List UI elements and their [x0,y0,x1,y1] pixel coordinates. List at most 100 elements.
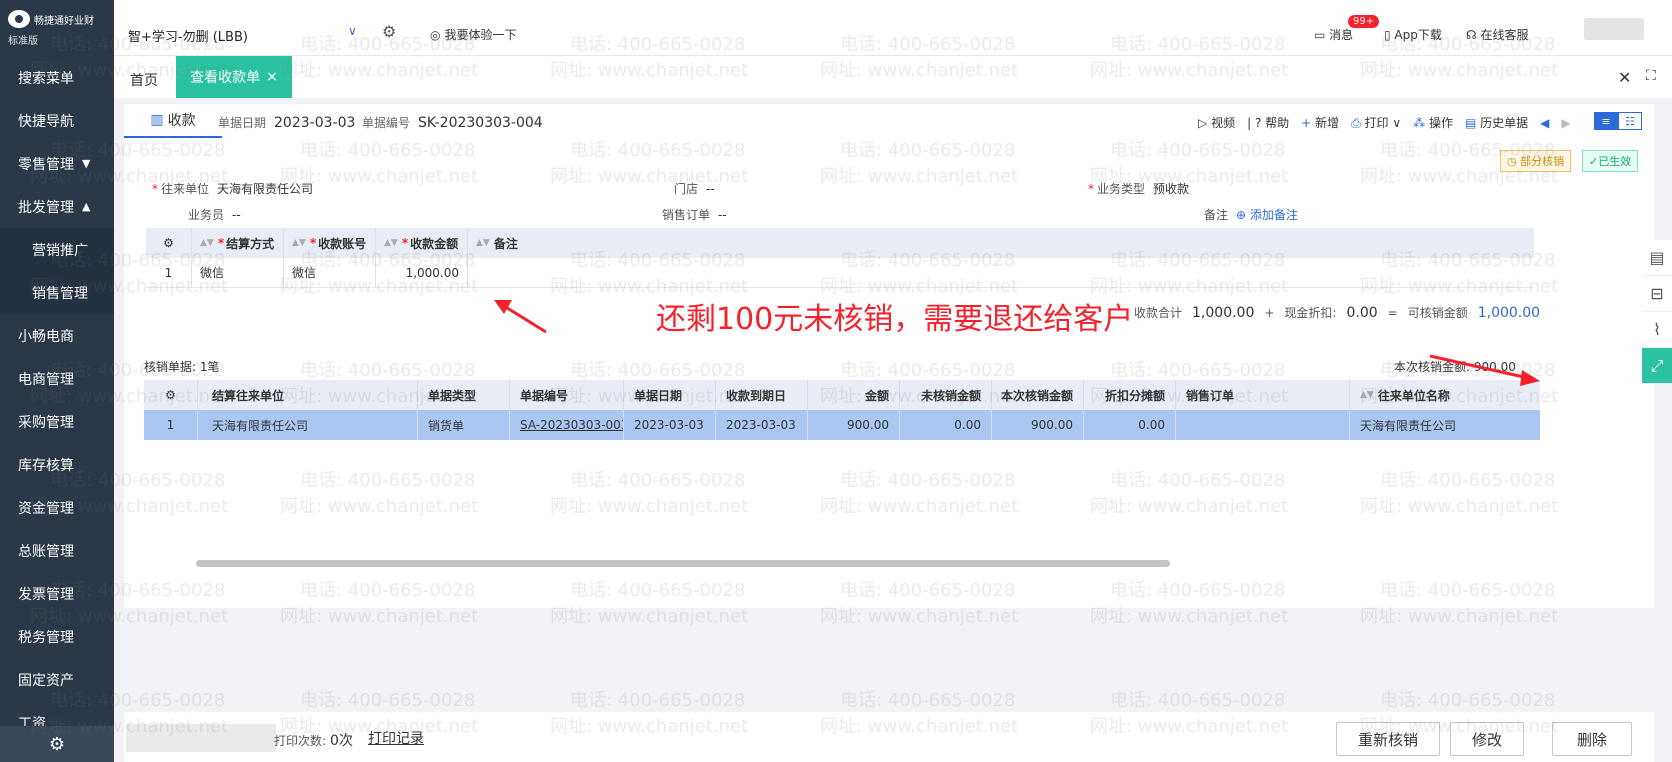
column-header-partner-name[interactable]: ▲▼ 往来单位名称 [1350,380,1540,410]
sidebar-item-marketing[interactable]: 营销推广 [0,228,114,271]
settlement-table: ⚙ ▲▼ * 结算方式 ▲▼ * 收款账号 ▲▼ * 收款金额 ▲▼ 备注 1 微信 微信 1… [146,228,1534,288]
sidebar-item-label: 库存核算 [18,457,74,474]
cell-account: 微信 [284,258,376,287]
sidebar-item-invoice[interactable]: 发票管理 [0,572,114,615]
column-header-type[interactable]: 单据类型 [418,380,510,410]
history-button[interactable]: ▤ 历史单据 [1465,114,1528,131]
app-download-link[interactable]: ▯ App下载 [1384,26,1442,43]
doc-type-tab[interactable]: ▥ 收款 [124,104,222,138]
sidebar-item-search[interactable]: 搜索菜单 [0,56,114,99]
sidebar-item-xiaochang[interactable]: 小畅电商 [0,314,114,357]
attachment-icon[interactable]: ⌇ [1642,312,1672,348]
print-log-link[interactable]: 打印记录 [368,728,424,748]
chevron-down-icon[interactable]: ∨ [348,24,357,38]
gear-icon[interactable]: ⚙ [382,22,396,41]
resettle-button[interactable]: 重新核销 [1336,722,1440,756]
messages-label: 消息 [1329,28,1354,42]
add-remark-label: 添加备注 [1249,208,1298,222]
column-header-account[interactable]: ▲▼ * 收款账号 [284,228,376,258]
prev-icon[interactable]: ◀ [1540,116,1549,130]
chevron-down-icon[interactable]: ∨ [1392,116,1401,130]
next-icon[interactable]: ▶ [1561,116,1570,130]
inbox-icon[interactable]: ⊟ [1642,276,1672,312]
fullscreen-icon[interactable]: ⛶ [1646,68,1656,84]
sidebar-item-wholesale[interactable]: 批发管理 ▲ [0,185,114,228]
column-header-code[interactable]: 单据编号 [510,380,624,410]
online-service-link[interactable]: ☊ 在线客服 [1466,26,1529,43]
column-header-partner[interactable]: 结算往来单位 [198,380,418,410]
add-button[interactable]: + 新增 [1301,114,1339,131]
video-button[interactable]: ▷ 视频 [1198,114,1235,131]
sidebar-item-funds[interactable]: 资金管理 [0,486,114,529]
tab-label: 查看收款单 [190,70,261,86]
column-settings-button[interactable]: ⚙ [144,380,198,410]
doc-code-link[interactable]: SA-20230303-003 [510,410,624,440]
print-button[interactable]: ⎙ 打印 ∨ [1351,114,1401,131]
column-header-method[interactable]: ▲▼ * 结算方式 [192,228,284,258]
sidebar-item-ecommerce[interactable]: 电商管理 [0,357,114,400]
this-settle-amount: 本次核销金额: 900.00 [1394,360,1516,374]
cell-due: 2023-03-03 [716,410,808,440]
sidebar-item-purchase[interactable]: 采购管理 [0,400,114,443]
document-icon: ▤ [1464,116,1477,130]
tab-home[interactable]: 首页 [130,70,158,90]
cell-remark [468,258,1534,287]
sidebar-item-retail[interactable]: 零售管理 ▼ [0,142,114,185]
column-header-order[interactable]: 销售订单 [1176,380,1350,410]
sidebar-item-label: 营销推广 [32,242,88,259]
operations-button[interactable]: ⁂ 操作 [1413,114,1453,131]
partner-value: 天海有限责任公司 [217,182,314,196]
help-button[interactable]: | ? 帮助 [1247,114,1289,131]
cell-type: 销货单 [418,410,510,440]
sidebar-item-tax[interactable]: 税务管理 [0,615,114,658]
sales-order-value: -- [718,208,727,222]
doc-date-label: 单据日期 [218,116,267,130]
column-header-due[interactable]: 收款到期日 [716,380,808,410]
column-header-label: 备注 [493,236,518,251]
sidebar-item-label: 税务管理 [18,629,74,646]
account-selector[interactable]: 智+学习-勿删 (LBB) [128,26,248,45]
print-count: 打印次数: 0次 [274,730,353,750]
cell-partner-name: 天海有限责任公司 [1360,418,1457,433]
column-header-discount[interactable]: 折扣分摊额 [1084,380,1176,410]
column-header-amount[interactable]: 金额 [808,380,900,410]
close-icon[interactable]: × [266,69,278,85]
check-icon: ✓ [1589,155,1599,168]
column-header-remark[interactable]: ▲▼ 备注 [468,228,1534,258]
sidebar-item-ledger[interactable]: 总账管理 [0,529,114,572]
settings-button[interactable]: ⚙ [0,726,114,762]
sidebar-item-assets[interactable]: 固定资产 [0,658,114,701]
tab-view-receipt[interactable]: 查看收款单 × [176,56,292,98]
sidebar-item-quick-nav[interactable]: 快捷导航 [0,99,114,142]
close-icon[interactable]: ✕ [1618,68,1631,87]
clerk-field: 业务员 -- [188,206,241,223]
doc-number: 单据编号 SK-20230303-004 [362,114,543,131]
column-header-amount[interactable]: ▲▼ * 收款金额 [376,228,468,258]
planet-icon: ◎ [430,28,441,42]
sort-icon: ▲▼ [1360,390,1374,400]
sidebar-item-inventory[interactable]: 库存核算 [0,443,114,486]
expand-icon[interactable]: ⤢ [1642,348,1672,384]
chat-icon: ▭ [1314,28,1330,42]
column-header-date[interactable]: 单据日期 [624,380,716,410]
edit-button[interactable]: 修改 [1450,722,1524,756]
column-header-unsettled[interactable]: 未核销金额 [900,380,992,410]
watermark-phone: 电话: 400-665-0028 [1110,690,1286,711]
list-view-icon[interactable]: ≡ [1594,112,1618,130]
detail-view-icon[interactable]: ☷ [1618,112,1642,130]
operations-label: 操作 [1428,116,1453,130]
column-settings-button[interactable]: ⚙ [146,228,192,258]
column-header-settled[interactable]: 本次核销金额 [992,380,1084,410]
table-row[interactable]: 1 微信 微信 1,000.00 [146,258,1534,288]
sidebar-item-label: 资金管理 [18,500,74,517]
horizontal-scrollbar[interactable] [196,560,1170,567]
avatar[interactable] [1584,18,1644,40]
table-row[interactable]: 1 天海有限责任公司 销货单 SA-20230303-003 2023-03-0… [144,410,1540,440]
cell-order [1176,410,1350,440]
form-icon[interactable]: ▤ [1642,240,1672,276]
messages-button[interactable]: ▭ 消息 [1314,26,1353,43]
try-demo-link[interactable]: ◎ 我要体验一下 [430,26,517,43]
add-remark-link[interactable]: ⊕ 添加备注 [1236,208,1298,222]
sidebar-item-sales[interactable]: 销售管理 [0,271,114,314]
delete-button[interactable]: 删除 [1552,722,1632,756]
